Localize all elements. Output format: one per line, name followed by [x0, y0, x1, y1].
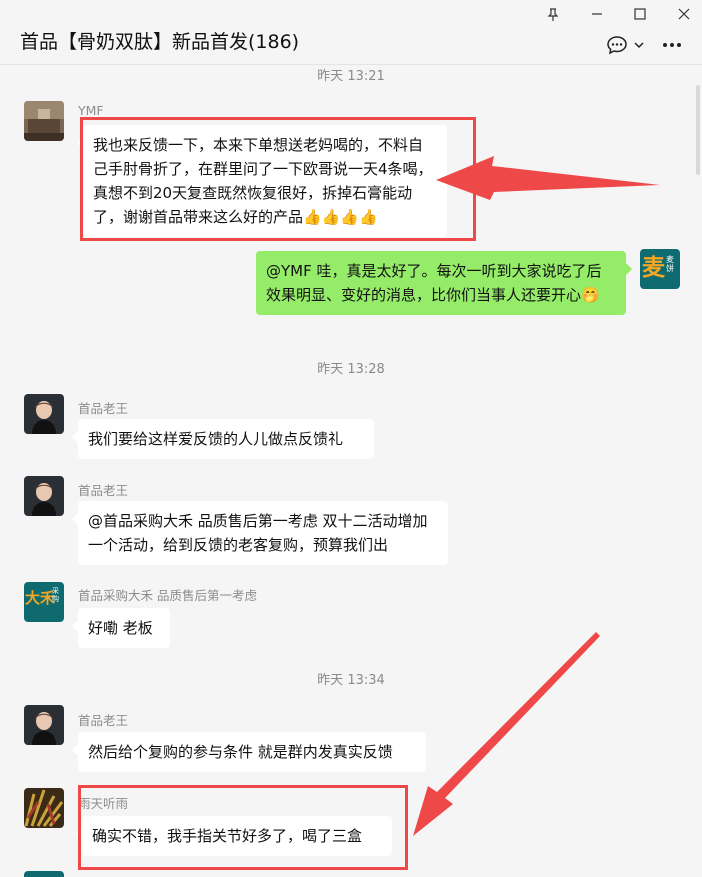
annotation-arrows [413, 156, 660, 836]
arrow-down-left-icon [413, 632, 600, 836]
arrow-left-icon [436, 156, 660, 200]
